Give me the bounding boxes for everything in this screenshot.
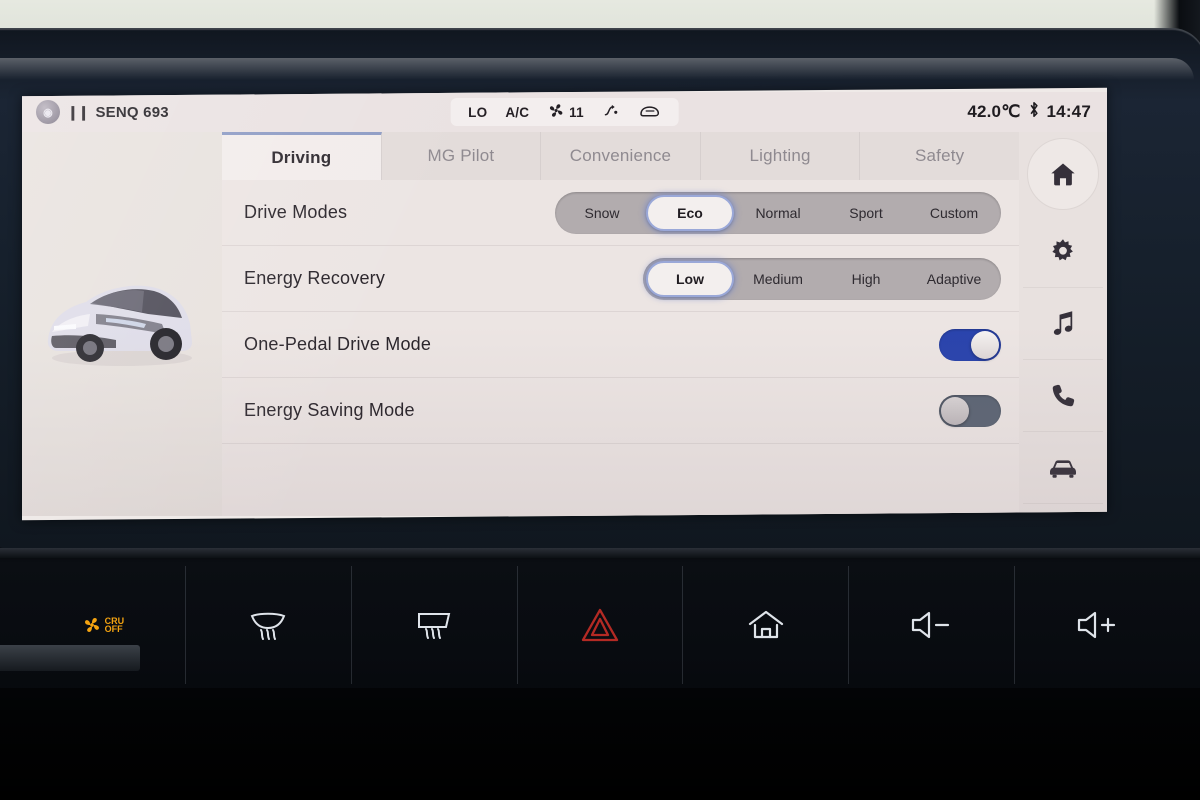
tab-convenience[interactable]: Convenience — [541, 132, 701, 180]
airflow-icon — [602, 102, 621, 122]
volume-down-button[interactable] — [849, 566, 1016, 684]
home-icon — [746, 607, 786, 643]
settings-content: Driving MG Pilot Convenience Lighting Sa — [222, 132, 1019, 516]
console-lip — [0, 548, 1200, 558]
vehicle-illustration-pane — [22, 132, 222, 516]
segment-low[interactable]: Low — [646, 260, 734, 297]
console-lower-shadow — [0, 688, 1200, 800]
status-bar: ◉ ❙❙ SENQ 693 LO A/C 11 42.0℃ 14:47 — [22, 92, 1107, 132]
tab-label: Lighting — [749, 146, 811, 165]
home-button[interactable] — [683, 566, 850, 684]
tab-label: Driving — [271, 147, 332, 167]
gear-icon — [1048, 237, 1078, 267]
tab-label: Convenience — [569, 146, 672, 165]
clock: 14:47 — [1046, 102, 1091, 121]
toggle-knob — [971, 330, 999, 359]
climate-temp-mode: LO — [468, 104, 488, 120]
fan-speed: 11 — [569, 104, 584, 120]
segment-custom[interactable]: Custom — [910, 195, 998, 231]
row-label: One-Pedal Drive Mode — [244, 334, 432, 354]
segment-label: Custom — [929, 204, 979, 221]
segment-label: Eco — [677, 204, 703, 221]
settings-tabs: Driving MG Pilot Convenience Lighting Sa — [222, 132, 1019, 180]
drive-modes-segmented-control[interactable]: Snow Eco Normal Sport Custom — [555, 191, 1001, 234]
segment-label: High — [851, 270, 881, 287]
row-energy-saving-mode: Energy Saving Mode — [222, 378, 1019, 444]
tab-label: MG Pilot — [427, 146, 495, 165]
rail-settings-button[interactable] — [1023, 216, 1103, 288]
tab-lighting[interactable]: Lighting — [700, 132, 861, 180]
phone-icon — [1049, 382, 1077, 410]
segment-normal[interactable]: Normal — [734, 195, 822, 231]
segment-adaptive[interactable]: Adaptive — [910, 261, 998, 297]
segment-snow[interactable]: Snow — [558, 195, 646, 231]
row-one-pedal-drive-mode: One-Pedal Drive Mode — [222, 312, 1019, 378]
home-icon — [1048, 160, 1078, 188]
volume-up-icon — [1075, 609, 1121, 641]
dashboard-ledge — [0, 645, 140, 671]
segment-sport[interactable]: Sport — [822, 195, 910, 231]
bezel-sheen — [0, 58, 1194, 80]
media-status[interactable]: ◉ ❙❙ SENQ 693 — [22, 100, 169, 124]
energy-saving-mode-toggle[interactable] — [939, 394, 1001, 427]
bluetooth-icon — [1028, 100, 1040, 124]
segment-high[interactable]: High — [822, 261, 910, 297]
row-label: Energy Saving Mode — [244, 400, 415, 420]
rail-phone-button[interactable] — [1023, 360, 1103, 432]
screen-body: Driving MG Pilot Convenience Lighting Sa — [22, 132, 1107, 516]
mg-ev-hatchback-render — [47, 285, 193, 366]
segment-label: Snow — [584, 204, 620, 221]
ac-label: A/C — [505, 104, 530, 120]
segment-label: Sport — [849, 204, 883, 221]
segment-label: Medium — [753, 270, 803, 287]
rail-media-button[interactable] — [1023, 288, 1103, 360]
row-drive-modes: Drive Modes Snow Eco Normal Sport Custom — [222, 180, 1019, 246]
one-pedal-drive-mode-toggle[interactable] — [939, 328, 1001, 361]
front-defrost-icon — [248, 608, 288, 642]
front-defrost-button[interactable] — [186, 566, 352, 684]
tab-mg-pilot[interactable]: MG Pilot — [381, 132, 542, 180]
segment-label: Adaptive — [926, 270, 982, 287]
segment-eco[interactable]: Eco — [646, 194, 734, 231]
infotainment-photo-scene: ◉ ❙❙ SENQ 693 LO A/C 11 42.0℃ 14:47 Driv… — [0, 0, 1200, 800]
row-energy-recovery: Energy Recovery Low Medium High Adaptive — [222, 246, 1019, 312]
volume-down-icon — [909, 609, 955, 641]
hardkey-console: CRU OFF — [0, 548, 1200, 800]
track-name: SENQ 693 — [95, 103, 169, 121]
infotainment-screen: ◉ ❙❙ SENQ 693 LO A/C 11 42.0℃ 14:47 Driv… — [22, 87, 1107, 521]
segment-label: Low — [676, 270, 704, 287]
rear-defrost-icon — [414, 608, 454, 642]
car-icon — [1047, 455, 1079, 481]
tab-label: Safety — [914, 146, 965, 165]
side-icon-rail — [1019, 132, 1107, 516]
row-label: Energy Recovery — [244, 268, 386, 288]
segment-medium[interactable]: Medium — [734, 261, 822, 297]
tab-driving[interactable]: Driving — [222, 132, 382, 180]
fan-icon — [547, 102, 564, 122]
energy-recovery-segmented-control[interactable]: Low Medium High Adaptive — [643, 257, 1001, 300]
row-label: Drive Modes — [244, 202, 348, 222]
music-icon — [1049, 309, 1077, 339]
volume-up-button[interactable] — [1015, 566, 1180, 684]
seat-icon — [639, 103, 661, 122]
hazard-lights-button[interactable] — [518, 566, 684, 684]
tab-safety[interactable]: Safety — [860, 132, 1019, 180]
outside-temperature: 42.0℃ — [967, 102, 1021, 121]
rail-home-button[interactable] — [1027, 138, 1099, 210]
rail-vehicle-button[interactable] — [1023, 432, 1103, 504]
toggle-knob — [941, 396, 969, 425]
climate-status[interactable]: LO A/C 11 — [450, 98, 679, 126]
recirculation-icon — [81, 614, 103, 636]
hazard-triangle-icon — [580, 606, 620, 644]
cd-icon: ◉ — [36, 100, 60, 124]
rear-defrost-button[interactable] — [352, 566, 518, 684]
system-status: 42.0℃ 14:47 — [967, 100, 1107, 124]
recirc-label-bottom: OFF — [104, 624, 123, 634]
pause-icon[interactable]: ❙❙ — [67, 104, 88, 121]
hardkey-row: CRU OFF — [20, 566, 1180, 684]
segment-label: Normal — [755, 204, 801, 221]
settings-row-list: Drive Modes Snow Eco Normal Sport Custom… — [222, 180, 1019, 444]
